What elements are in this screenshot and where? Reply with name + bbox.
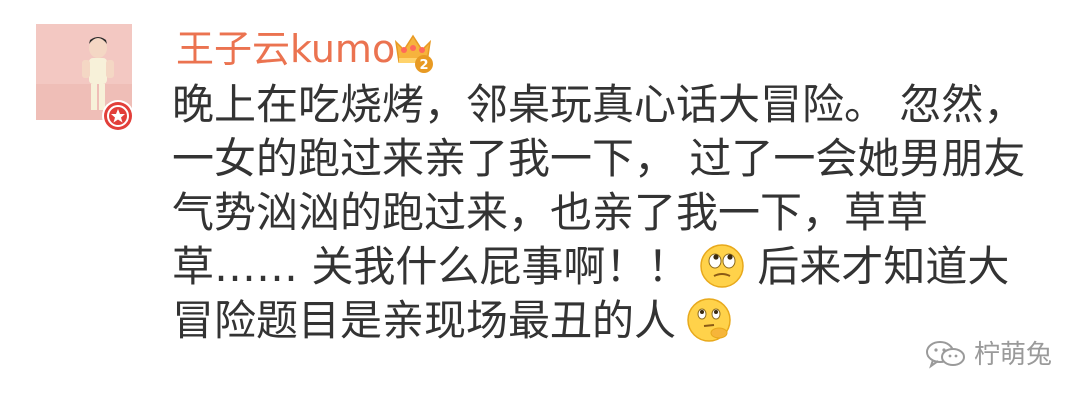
post-line-4-text-b: 后来才知道大 (757, 242, 1010, 291)
user-avatar-block[interactable] (36, 24, 134, 132)
post-body: 晚上在吃烧烤，邻桌玩真心话大冒险。 忽然， 一女的跑过来亲了我一下， 过了一会她… (172, 78, 1052, 348)
post-line-4: 草…… 关我什么屁事啊！！ 后来才知道大 (172, 240, 1052, 294)
level-number: 2 (419, 58, 428, 73)
post-line-5: 冒险题目是亲现场最丑的人 (172, 294, 1052, 348)
rolling-eyes-emoji-icon (699, 243, 745, 289)
post-line-3: 气势汹汹的跑过来，也亲了我一下，草草 (172, 188, 929, 237)
watermark: 柠萌兔 (924, 336, 1052, 374)
post-line-5-text: 冒险题目是亲现场最丑的人 (172, 296, 677, 345)
verified-star-badge-icon (102, 100, 134, 132)
wechat-icon (924, 339, 968, 369)
thinking-emoji-icon (686, 297, 732, 343)
post-line-1: 晚上在吃烧烤，邻桌玩真心话大冒险。 忽然， (172, 80, 1026, 129)
watermark-text: 柠萌兔 (973, 340, 1052, 370)
crown-level-badge-icon[interactable]: 2 (390, 28, 436, 74)
post-line-2: 一女的跑过来亲了我一下， 过了一会她男朋友 (172, 134, 1026, 183)
username-link[interactable]: 王子云kumo (176, 24, 395, 74)
post-line-4-text-a: 草…… 关我什么屁事啊！！ (172, 242, 690, 291)
